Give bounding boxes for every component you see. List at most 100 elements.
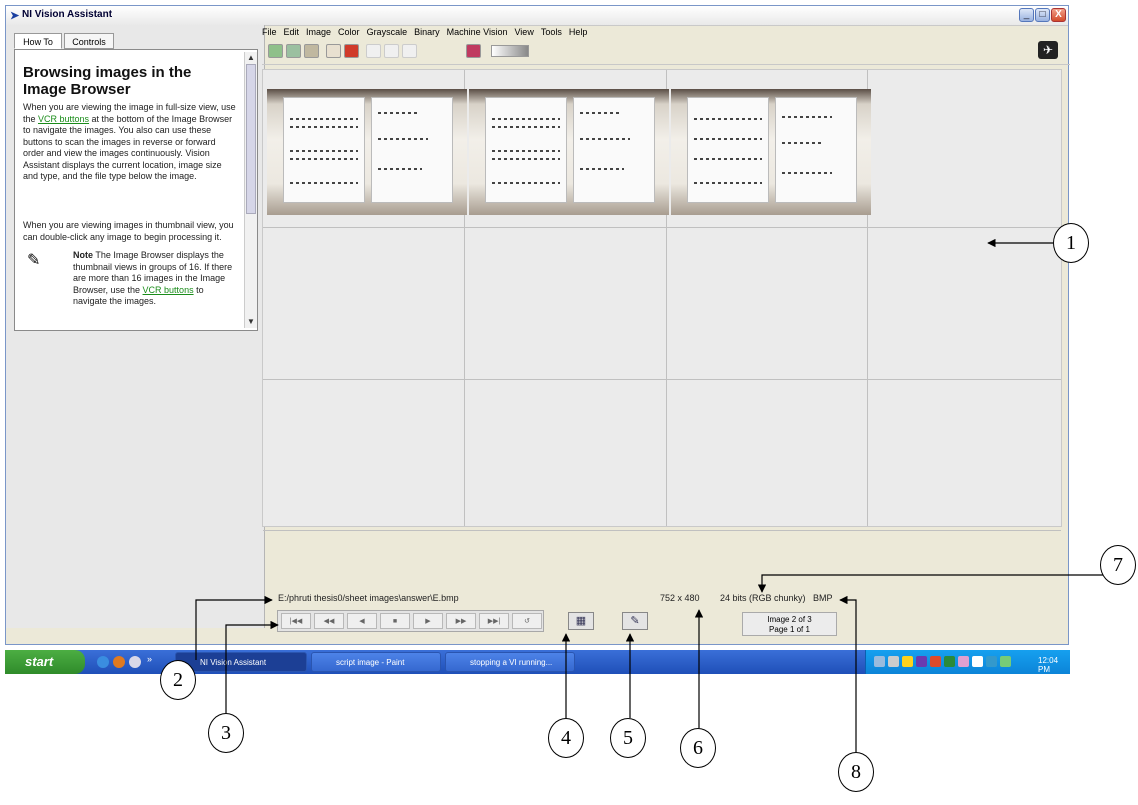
thumbnail-fullsize-toggle-button[interactable]: ▦ (568, 612, 594, 630)
tray-icon[interactable] (958, 656, 969, 667)
image-browser-grid (262, 69, 1062, 531)
close-selected-image-button[interactable]: ✎ (622, 612, 648, 630)
clock: 12:04 PM (1038, 656, 1059, 674)
title-bar[interactable]: ➤ NI Vision Assistant _ □ X (6, 6, 1068, 26)
media-icon[interactable] (129, 656, 141, 668)
system-tray: 12:04 PM (865, 650, 1070, 674)
callout-4: 4 (548, 718, 584, 758)
vcr-buttons: |◀◀ ◀◀ ◀ ■ ▶ ▶▶ ▶▶| ↺ (277, 610, 544, 632)
menu-binary[interactable]: Binary (414, 27, 440, 37)
thumbnail-view-icon: ▦ (575, 615, 587, 627)
next-image-button[interactable]: ▶ (413, 613, 443, 629)
ie-icon[interactable] (97, 656, 109, 668)
menu-bar: File Edit Image Color Grayscale Binary Machine… (262, 26, 594, 38)
close-image-icon: ✎ (630, 615, 640, 627)
browse-images-icon[interactable] (286, 44, 301, 58)
menu-machine-vision[interactable]: Machine Vision (447, 27, 508, 37)
maximize-button[interactable]: □ (1035, 8, 1050, 22)
callout-5: 5 (610, 718, 646, 758)
tray-icon[interactable] (944, 656, 955, 667)
help-note: Note The Image Browser displays the thum… (73, 250, 239, 308)
image-type: 24 bits (RGB chunky) (720, 593, 806, 603)
toolbar-divider (262, 64, 1070, 65)
tray-icon[interactable] (986, 656, 997, 667)
window-title: NI Vision Assistant (22, 9, 113, 20)
note-icon: ✎ (27, 252, 41, 269)
menu-tools[interactable]: Tools (541, 27, 562, 37)
tray-icon[interactable] (902, 656, 913, 667)
zoom-out-icon[interactable] (384, 44, 399, 58)
zoom-in-icon[interactable] (366, 44, 381, 58)
help-scrollbar[interactable]: ▲ ▼ (244, 52, 257, 328)
color-picker-icon[interactable] (466, 44, 481, 58)
stop-button[interactable]: ■ (380, 613, 410, 629)
taskbar-stopping-vi[interactable]: stopping a VI running... (445, 652, 575, 672)
browser-icon[interactable] (113, 656, 125, 668)
vcr-buttons-link[interactable]: VCR buttons (38, 114, 89, 124)
grid-line (263, 227, 1061, 228)
minimize-button[interactable]: _ (1019, 8, 1034, 22)
menu-edit[interactable]: Edit (284, 27, 300, 37)
acquire-images-icon[interactable] (268, 44, 283, 58)
image-dimensions: 752 x 480 (660, 593, 700, 603)
tab-how-to[interactable]: How To (14, 33, 62, 49)
taskbar-paint[interactable]: script image - Paint (311, 652, 441, 672)
ni-logo-icon: ✈ (1038, 41, 1058, 59)
grid-line (263, 530, 1061, 531)
tray-icon[interactable] (1000, 656, 1011, 667)
scroll-up-icon[interactable]: ▲ (245, 52, 257, 63)
callout-7: 7 (1100, 545, 1136, 585)
start-button[interactable]: start (5, 650, 85, 674)
process-images-icon[interactable] (304, 44, 319, 58)
menu-grayscale[interactable]: Grayscale (367, 27, 408, 37)
callout-3: 3 (208, 713, 244, 753)
gray-level-gradient[interactable] (491, 45, 529, 57)
grid-line (263, 379, 1061, 380)
image-number: Image 2 of 3 (767, 615, 812, 624)
previous-image-button[interactable]: ◀ (347, 613, 377, 629)
help-paragraph-2: When you are viewing images in thumbnail… (23, 220, 234, 242)
callout-6: 6 (680, 728, 716, 768)
menu-image[interactable]: Image (306, 27, 331, 37)
tray-icon[interactable] (930, 656, 941, 667)
callout-1: 1 (1053, 223, 1089, 263)
page-number: Page 1 of 1 (769, 625, 810, 634)
menu-file[interactable]: File (262, 27, 277, 37)
last-image-button[interactable]: ▶▶| (479, 613, 509, 629)
image-thumbnail[interactable] (469, 89, 669, 215)
tray-icon[interactable] (874, 656, 885, 667)
close-button[interactable]: X (1051, 8, 1066, 22)
fast-forward-button[interactable]: ▶▶ (446, 613, 476, 629)
help-panel: How To Controls Browsing images in the I… (6, 25, 265, 628)
loop-button[interactable]: ↺ (512, 613, 542, 629)
quicklaunch-more-icon[interactable]: » (147, 654, 152, 664)
tray-icon[interactable] (916, 656, 927, 667)
script-icon[interactable] (326, 44, 341, 58)
image-counter: Image 2 of 3 Page 1 of 1 (742, 612, 837, 636)
zoom-fit-icon[interactable] (402, 44, 417, 58)
tab-controls[interactable]: Controls (64, 33, 114, 49)
menu-help[interactable]: Help (569, 27, 588, 37)
menu-view[interactable]: View (514, 27, 533, 37)
callout-2: 2 (160, 660, 196, 700)
taskbar-ni-vision-assistant[interactable]: NI Vision Assistant (175, 652, 307, 672)
app-logo-icon: ➤ (10, 10, 20, 22)
scroll-down-icon[interactable]: ▼ (245, 316, 257, 327)
tray-icon[interactable] (972, 656, 983, 667)
first-image-button[interactable]: |◀◀ (281, 613, 311, 629)
help-title: Browsing images in the Image Browser (23, 64, 192, 98)
help-content: Browsing images in the Image Browser Whe… (14, 49, 258, 331)
vcr-buttons-link[interactable]: VCR buttons (143, 285, 194, 295)
image-thumbnail[interactable] (671, 89, 871, 215)
help-paragraph-1: When you are viewing the image in full-s… (23, 102, 239, 183)
menu-color[interactable]: Color (338, 27, 360, 37)
tray-icon[interactable] (888, 656, 899, 667)
stop-icon[interactable] (344, 44, 359, 58)
image-thumbnail[interactable] (267, 89, 467, 215)
callout-8: 8 (838, 752, 874, 792)
scroll-thumb[interactable] (246, 64, 256, 214)
note-label: Note (73, 250, 93, 260)
file-type: BMP (813, 593, 833, 603)
fast-reverse-button[interactable]: ◀◀ (314, 613, 344, 629)
file-path: E:/phruti thesis0/sheet images\answer\E.… (278, 593, 459, 603)
